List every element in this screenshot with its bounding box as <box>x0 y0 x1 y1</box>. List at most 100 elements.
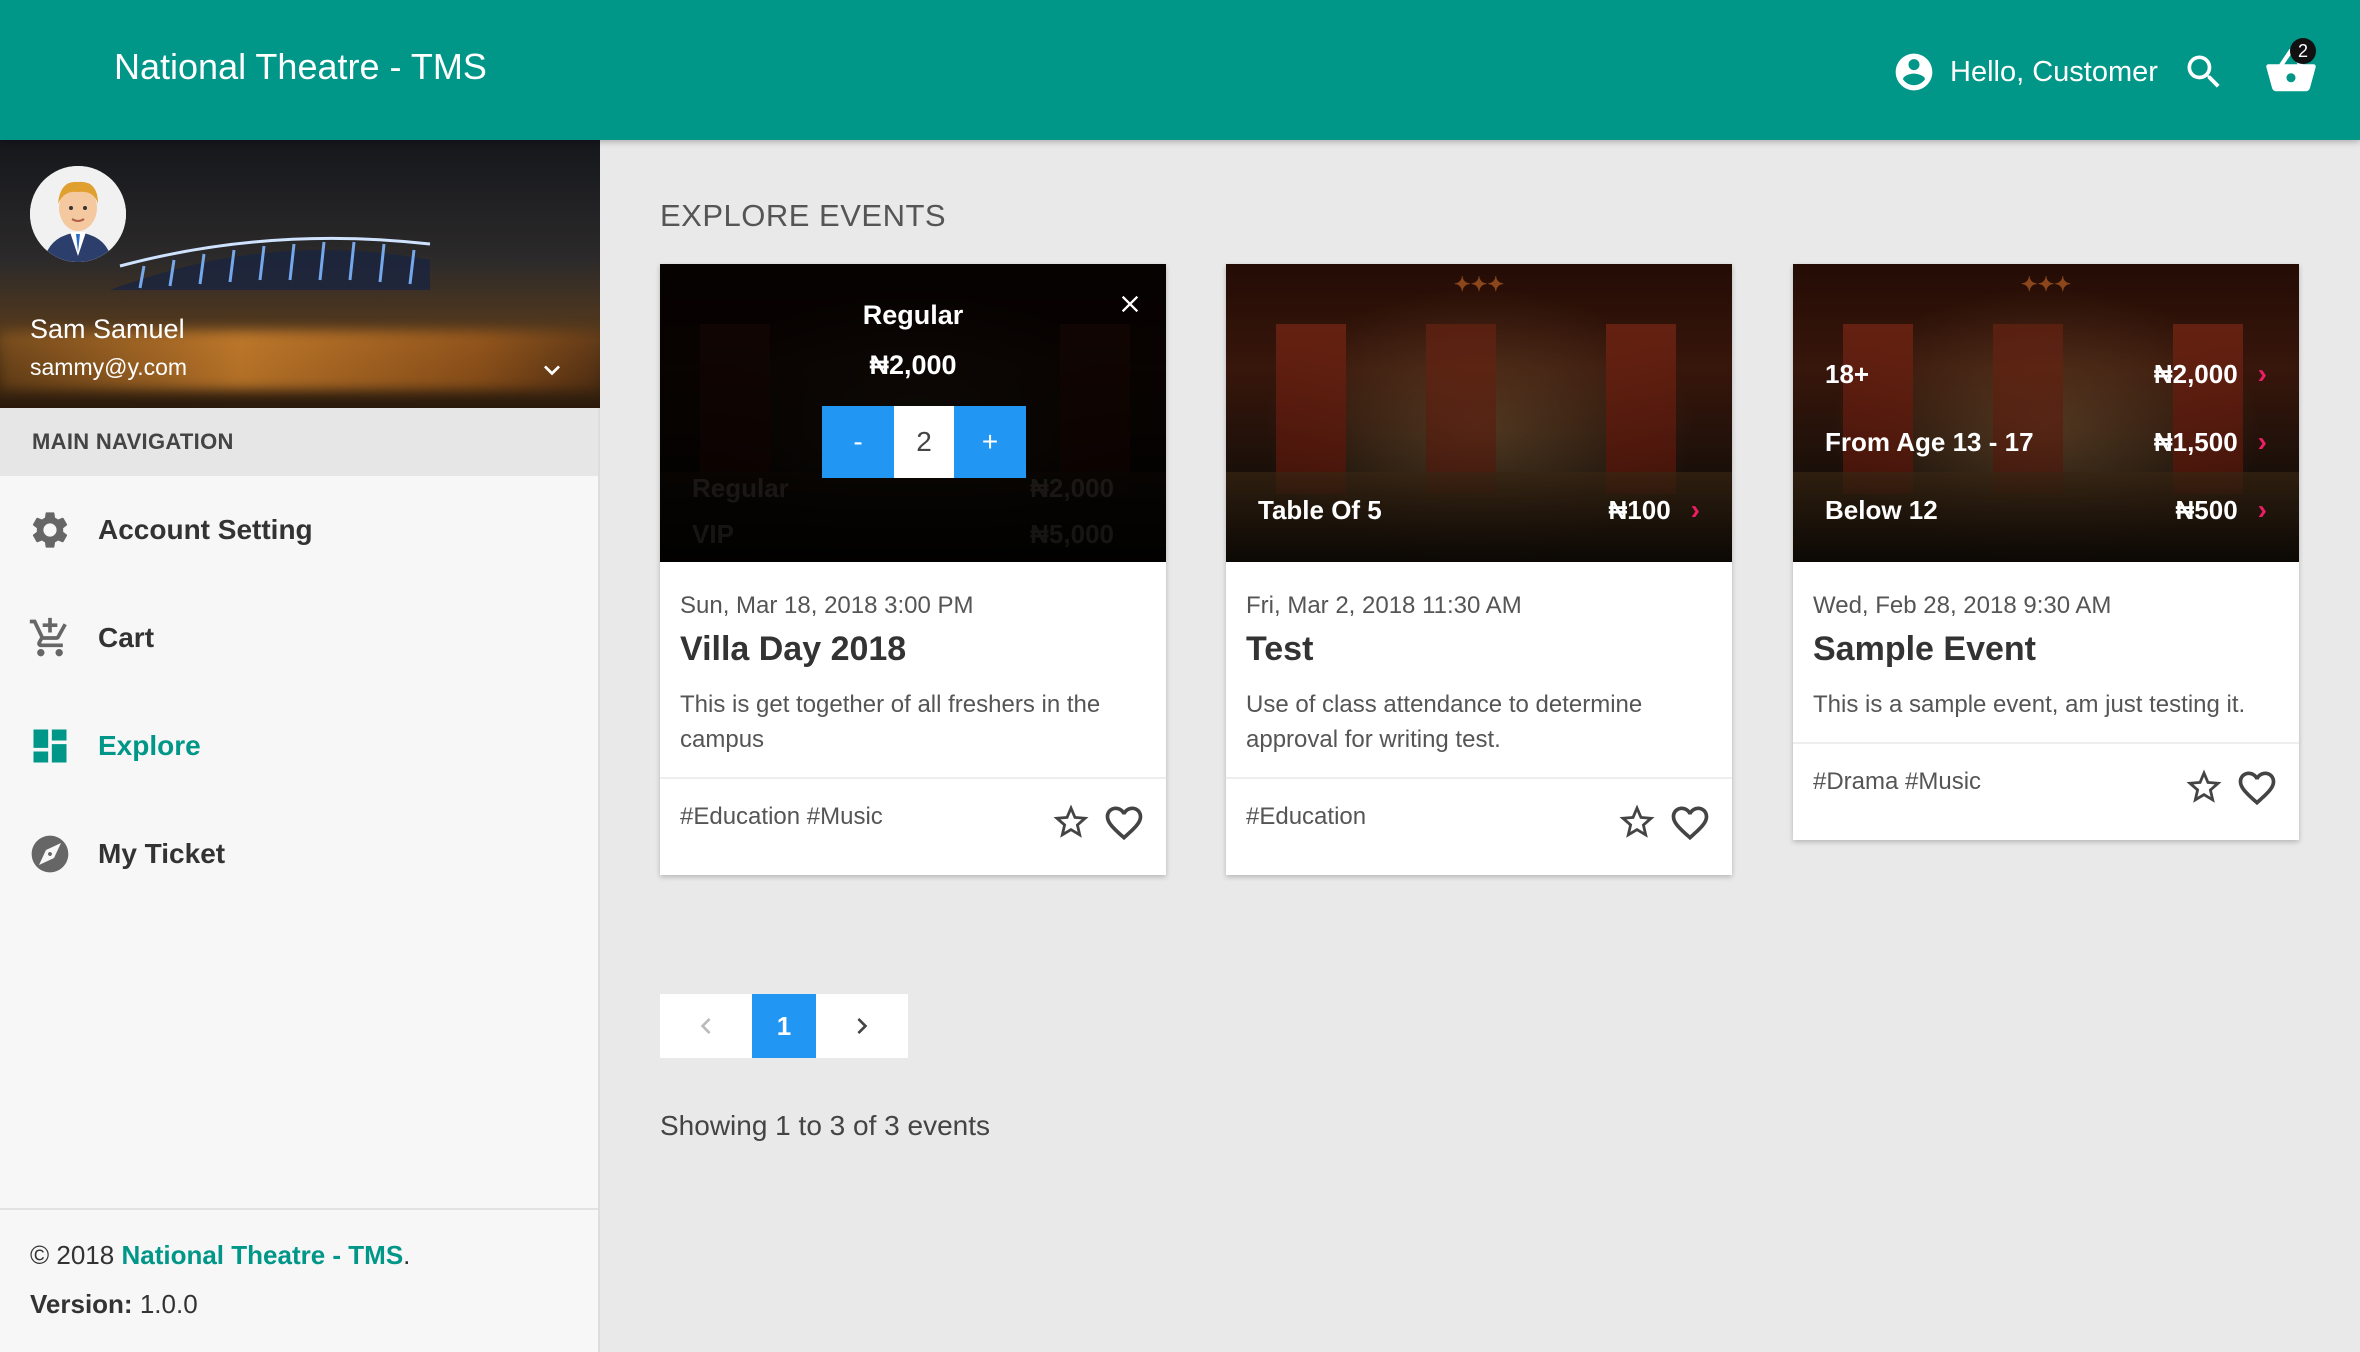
nav-header: MAIN NAVIGATION <box>0 408 598 476</box>
close-icon[interactable] <box>1116 290 1144 318</box>
star-icon[interactable] <box>1616 801 1658 843</box>
event-tags: #Drama #Music <box>1813 768 1982 795</box>
next-page-button[interactable] <box>816 994 908 1058</box>
chevron-right-icon: › <box>1690 494 1700 525</box>
app-title[interactable]: National Theatre - TMS <box>114 46 487 88</box>
ticket-type-price: ₦2,000 <box>1030 472 1114 503</box>
event-description: This is get together of all freshers in … <box>680 691 1101 753</box>
compass-icon <box>31 835 69 873</box>
top-app-bar: National Theatre - TMS Hello, Customer 2 <box>0 0 2360 140</box>
profile-name: Sam Samuel <box>30 314 185 344</box>
event-image[interactable]: Regular ₦2,000 VIP ₦5,000 Regular ₦2,000… <box>660 264 1166 562</box>
sidebar-item-account-setting[interactable]: Account Setting <box>0 476 598 584</box>
ticket-type-price: ₦1,500 <box>2153 426 2238 457</box>
chevron-left-icon <box>700 1018 711 1034</box>
event-card-body: Sun, Mar 18, 2018 3:00 PM Villa Day 2018… <box>660 562 1166 779</box>
cart-add-icon <box>29 617 67 657</box>
cart-count-badge: 2 <box>2290 38 2316 64</box>
sidebar: Sam Samuel sammy@y.com MAIN NAVIGATION A… <box>0 140 600 1352</box>
ticket-type-label: VIP <box>692 518 734 549</box>
selected-ticket-label: Regular <box>862 300 964 330</box>
event-tags: #Education <box>1246 803 1367 830</box>
sidebar-item-explore[interactable]: Explore <box>0 692 598 800</box>
ticket-type-row: VIP ₦5,000 <box>692 514 1134 554</box>
decrement-button[interactable]: - <box>822 406 894 478</box>
dashboard-icon <box>33 729 67 763</box>
page-title: EXPLORE EVENTS <box>660 198 947 233</box>
ticket-type-row[interactable]: Table Of 5 ₦100 › <box>1258 490 1700 530</box>
event-date: Fri, Mar 2, 2018 11:30 AM <box>1246 592 1522 619</box>
version-label: Version: <box>30 1289 133 1319</box>
ticket-type-price: ₦2,000 <box>2153 358 2238 389</box>
quantity-value[interactable]: 2 <box>894 406 954 478</box>
sidebar-footer: © 2018 National Theatre - TMS. Version: … <box>0 1208 598 1352</box>
ticket-selector-overlay: Regular ₦2,000 VIP ₦5,000 Regular ₦2,000… <box>660 264 1166 562</box>
event-card: Regular ₦2,000 VIP ₦5,000 Regular ₦2,000… <box>660 264 1166 875</box>
event-description: Use of class attendance to determine app… <box>1246 691 1643 753</box>
ticket-type-label: 18+ <box>1825 358 1870 389</box>
ticket-type-price: ₦100 <box>1608 494 1671 525</box>
event-title[interactable]: Villa Day 2018 <box>680 630 1146 669</box>
event-image[interactable]: ✦✦✦ 18+ ₦2,000 › From Age 13 - 17 ₦1,500… <box>1793 264 2299 562</box>
prev-page-button[interactable] <box>660 994 752 1058</box>
event-card-body: Fri, Mar 2, 2018 11:30 AM Test Use of cl… <box>1226 562 1732 779</box>
star-icon[interactable] <box>1050 801 1092 843</box>
account-circle-icon <box>1895 53 1933 91</box>
event-card-footer: #Education <box>1226 779 1732 875</box>
ticket-type-row[interactable]: Below 12 ₦500 › <box>1825 490 2267 530</box>
greeting-text: Hello, Customer <box>1950 55 2158 88</box>
event-title[interactable]: Sample Event <box>1813 630 2279 669</box>
event-description: This is a sample event, am just testing … <box>1813 691 2246 718</box>
chevron-right-icon: › <box>2257 426 2267 457</box>
event-card-footer: #Education #Music <box>660 779 1166 875</box>
user-menu[interactable]: Hello, Customer <box>1892 50 2158 94</box>
chevron-right-icon: › <box>2257 494 2267 525</box>
ticket-type-label: From Age 13 - 17 <box>1825 426 2034 457</box>
sidebar-item-label: Account Setting <box>98 514 313 545</box>
sidebar-item-label: Explore <box>98 730 201 761</box>
increment-button[interactable]: + <box>954 406 1026 478</box>
chevron-right-icon <box>857 1018 868 1034</box>
sidebar-item-label: My Ticket <box>98 838 226 869</box>
chevron-down-icon[interactable] <box>536 354 568 386</box>
copyright-period: . <box>403 1240 411 1270</box>
page-number-button[interactable]: 1 <box>752 994 816 1058</box>
copyright-line: © 2018 National Theatre - TMS. <box>30 1240 598 1271</box>
star-icon[interactable] <box>2183 766 2225 808</box>
event-card: ✦✦✦ 18+ ₦2,000 › From Age 13 - 17 ₦1,500… <box>1793 264 2299 840</box>
ticket-type-price: ₦5,000 <box>1030 518 1114 549</box>
results-summary: Showing 1 to 3 of 3 events <box>660 1110 990 1141</box>
selected-ticket-price: ₦2,000 <box>869 350 957 380</box>
event-card: ✦✦✦ Table Of 5 ₦100 › Fri, Mar 2, 2018 1… <box>1226 264 1732 875</box>
sidebar-item-label: Cart <box>98 622 155 653</box>
event-card-footer: #Drama #Music <box>1793 744 2299 840</box>
search-icon[interactable] <box>2182 50 2226 94</box>
version-line: Version: 1.0.0 <box>30 1289 598 1320</box>
sidebar-item-cart[interactable]: Cart <box>0 584 598 692</box>
copyright-text: © 2018 <box>30 1240 115 1270</box>
heart-icon[interactable] <box>2235 766 2279 810</box>
ticket-type-price: ₦500 <box>2175 494 2238 525</box>
ticket-type-label: Below 12 <box>1825 494 1938 525</box>
event-image[interactable]: ✦✦✦ Table Of 5 ₦100 › <box>1226 264 1732 562</box>
footer-brand-link[interactable]: National Theatre - TMS <box>121 1240 403 1270</box>
avatar[interactable] <box>30 166 126 262</box>
event-tags: #Education #Music <box>680 803 883 830</box>
event-title[interactable]: Test <box>1246 630 1712 669</box>
heart-icon[interactable] <box>1102 801 1146 845</box>
ticket-type-row[interactable]: From Age 13 - 17 ₦1,500 › <box>1825 422 2267 462</box>
event-date: Wed, Feb 28, 2018 9:30 AM <box>1813 592 2112 619</box>
event-date: Sun, Mar 18, 2018 3:00 PM <box>680 592 974 619</box>
profile-panel: Sam Samuel sammy@y.com <box>0 140 600 408</box>
profile-email: sammy@y.com <box>30 354 188 380</box>
quantity-stepper: - 2 + <box>822 406 1026 478</box>
pagination: 1 <box>660 994 908 1058</box>
sidebar-item-my-ticket[interactable]: My Ticket <box>0 800 598 908</box>
ticket-type-label: Table Of 5 <box>1258 494 1382 525</box>
stadium-illustration <box>110 236 431 290</box>
chevron-right-icon: › <box>2257 358 2267 389</box>
heart-icon[interactable] <box>1668 801 1712 845</box>
ticket-type-row[interactable]: 18+ ₦2,000 › <box>1825 354 2267 394</box>
gear-icon <box>32 512 68 548</box>
version-value: 1.0.0 <box>139 1289 198 1319</box>
